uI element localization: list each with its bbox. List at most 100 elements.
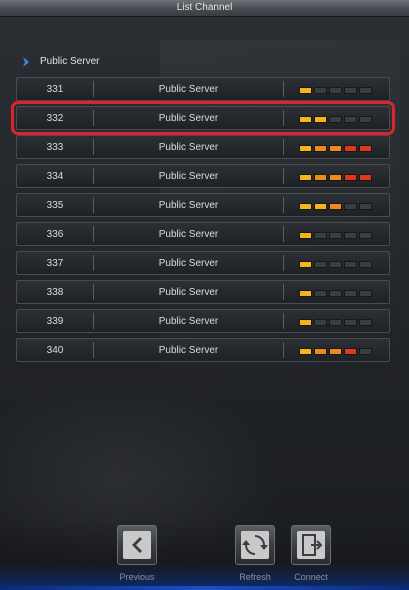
channel-number: 339: [46, 316, 64, 327]
column-divider: [283, 313, 284, 329]
load-segment: [314, 290, 327, 297]
channel-number: 334: [46, 171, 64, 182]
load-segment: [359, 261, 372, 268]
list-channel-window: List Channel Public Server 331 Public Ser…: [0, 0, 409, 590]
load-segment: [359, 145, 372, 152]
column-divider: [283, 255, 284, 271]
channel-name: Public Server: [158, 200, 219, 211]
refresh-button[interactable]: [235, 525, 275, 565]
connect-label: Connect: [294, 572, 328, 582]
channel-row[interactable]: 334 Public Server: [16, 164, 390, 188]
column-divider: [283, 110, 284, 126]
channel-name: Public Server: [158, 316, 219, 327]
load-segment: [359, 174, 372, 181]
load-segment: [329, 145, 342, 152]
channel-number: 336: [46, 229, 64, 240]
load-segment: [299, 232, 312, 239]
arrow-left-icon: [123, 531, 151, 559]
channel-number: 338: [46, 287, 64, 298]
load-segment: [359, 348, 372, 355]
load-segment: [299, 87, 312, 94]
connect-button[interactable]: [291, 525, 331, 565]
channel-row[interactable]: 335 Public Server: [16, 193, 390, 217]
load-segment: [344, 261, 357, 268]
load-segment: [299, 174, 312, 181]
load-segment: [329, 319, 342, 326]
load-segment: [359, 232, 372, 239]
load-segment: [359, 87, 372, 94]
load-segment: [329, 87, 342, 94]
load-segment: [344, 348, 357, 355]
load-segment: [359, 116, 372, 123]
load-segment: [329, 348, 342, 355]
channel-row[interactable]: 338 Public Server: [16, 280, 390, 304]
load-segment: [299, 261, 312, 268]
load-segment: [299, 203, 312, 210]
channel-row[interactable]: 336 Public Server: [16, 222, 390, 246]
column-divider: [283, 226, 284, 242]
load-segment: [329, 261, 342, 268]
column-divider: [283, 284, 284, 300]
column-divider: [283, 81, 284, 97]
channel-name: Public Server: [158, 258, 219, 269]
load-segment: [359, 319, 372, 326]
load-segment: [344, 232, 357, 239]
load-segment: [329, 203, 342, 210]
channel-number: 337: [46, 258, 64, 269]
window-title: List Channel: [176, 2, 233, 13]
load-segment: [299, 116, 312, 123]
load-segment: [329, 290, 342, 297]
chevron-right-icon: [23, 57, 29, 67]
load-segment: [344, 203, 357, 210]
load-segment: [314, 261, 327, 268]
load-segment: [299, 319, 312, 326]
bottom-accent-line: [0, 586, 409, 590]
channel-name: Public Server: [158, 287, 219, 298]
channel-row[interactable]: 340 Public Server: [16, 338, 390, 362]
refresh-label: Refresh: [239, 572, 271, 582]
refresh-icon: [241, 531, 269, 559]
column-divider: [283, 139, 284, 155]
channel-name: Public Server: [158, 171, 219, 182]
channel-row[interactable]: 333 Public Server: [16, 135, 390, 159]
channel-number: 333: [46, 142, 64, 153]
column-divider: [283, 197, 284, 213]
load-segment: [344, 319, 357, 326]
bottom-toolbar: [0, 521, 409, 590]
load-segment: [314, 319, 327, 326]
channel-row[interactable]: 339 Public Server: [16, 309, 390, 333]
load-segment: [344, 116, 357, 123]
load-segment: [314, 203, 327, 210]
load-segment: [329, 174, 342, 181]
load-segment: [344, 145, 357, 152]
channel-name: Public Server: [158, 229, 219, 240]
channel-row[interactable]: 332 Public Server: [11, 101, 395, 135]
column-divider: [283, 168, 284, 184]
channel-number: 332: [46, 113, 64, 124]
load-segment: [314, 348, 327, 355]
load-segment: [314, 87, 327, 94]
load-segment: [299, 145, 312, 152]
channel-number: 331: [46, 84, 64, 95]
load-segment: [314, 116, 327, 123]
load-segment: [344, 87, 357, 94]
load-segment: [359, 290, 372, 297]
channel-row[interactable]: 331 Public Server: [16, 77, 390, 101]
load-segment: [299, 290, 312, 297]
load-segment: [359, 203, 372, 210]
load-segment: [314, 232, 327, 239]
server-group-label: Public Server: [40, 56, 100, 67]
channel-number: 340: [46, 345, 64, 356]
channel-name: Public Server: [158, 345, 219, 356]
load-segment: [314, 145, 327, 152]
channel-name: Public Server: [158, 84, 219, 95]
title-bar[interactable]: List Channel: [0, 0, 409, 17]
previous-label: Previous: [119, 572, 155, 582]
channel-row[interactable]: 337 Public Server: [16, 251, 390, 275]
previous-button[interactable]: [117, 525, 157, 565]
channel-name: Public Server: [158, 113, 219, 124]
load-segment: [299, 348, 312, 355]
load-segment: [329, 232, 342, 239]
channel-name: Public Server: [158, 142, 219, 153]
load-segment: [344, 174, 357, 181]
